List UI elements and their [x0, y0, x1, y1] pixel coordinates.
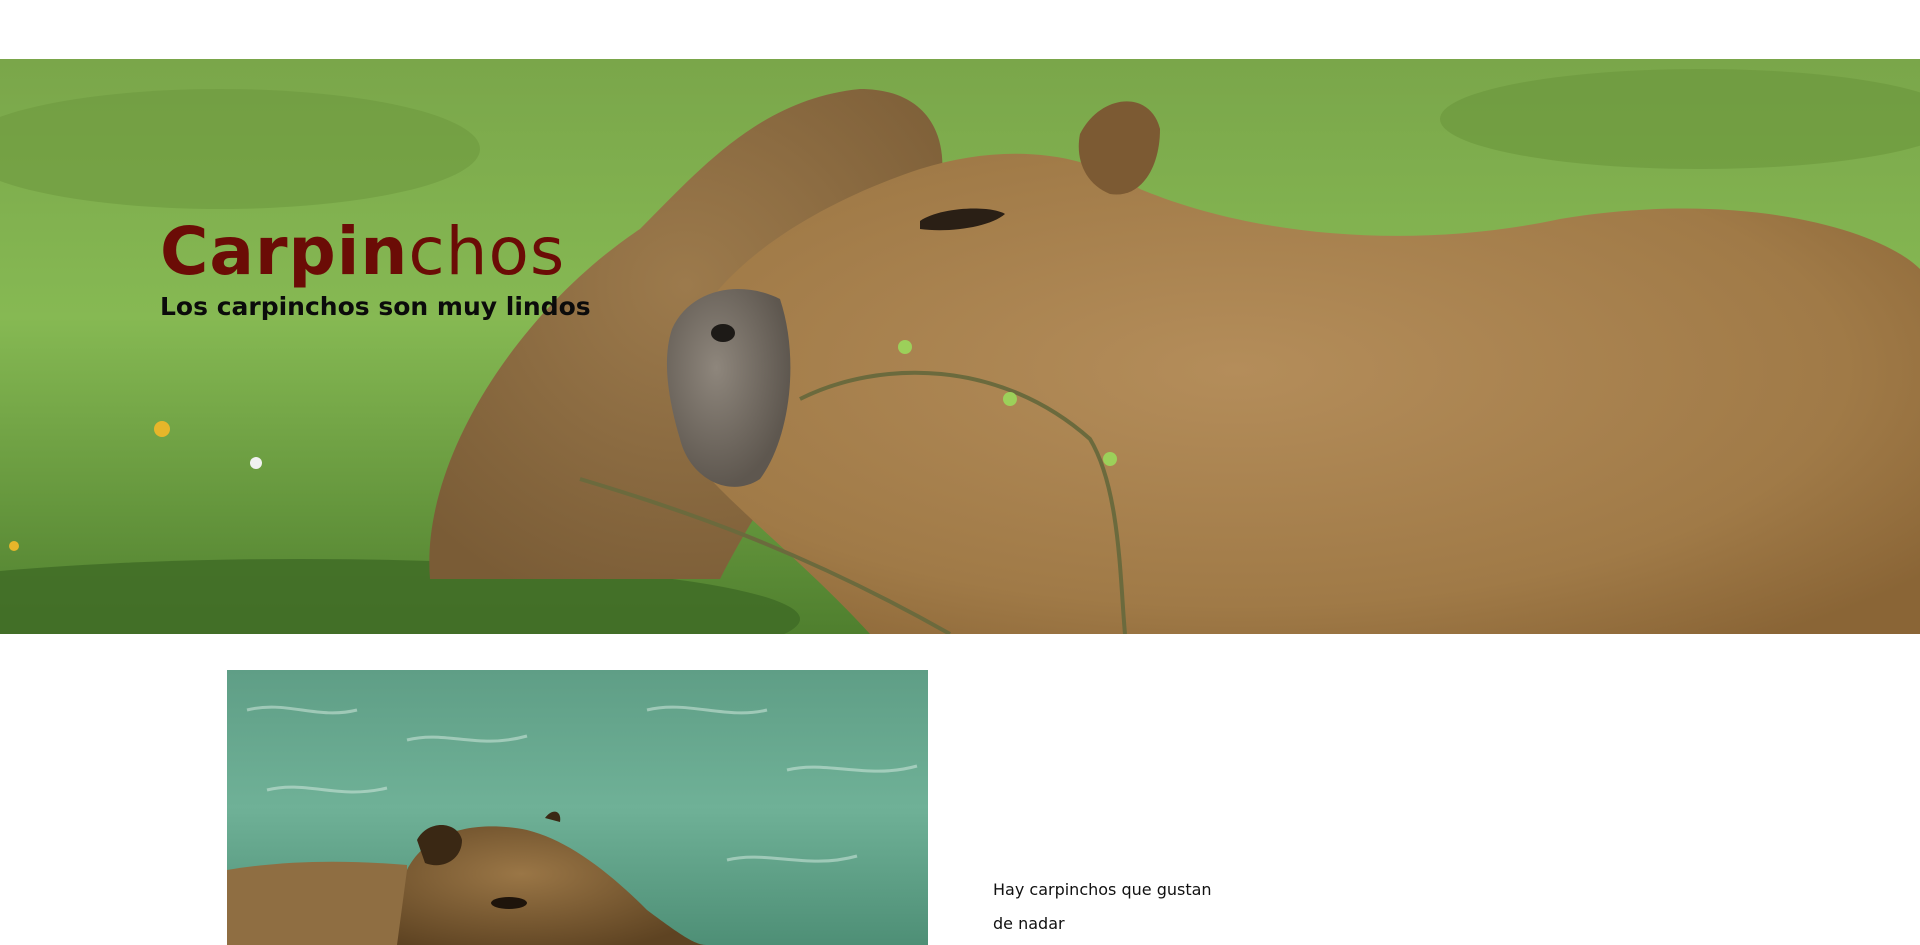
- content-image-capybara-swimming: [227, 670, 928, 945]
- site-title-bold: Carpin: [160, 213, 409, 290]
- site-title: Carpinchos: [160, 219, 565, 285]
- site-title-light: chos: [408, 213, 566, 290]
- page: Carpinchos Los carpinchos son muy lindos: [0, 0, 1920, 945]
- site-subtitle: Los carpinchos son muy lindos: [160, 292, 591, 321]
- hero-banner: Carpinchos Los carpinchos son muy lindos: [0, 59, 1920, 634]
- content-caption: Hay carpinchos que gustan de nadar: [993, 880, 1212, 933]
- content-image-frame: [227, 670, 928, 945]
- hero-image-capybara-grass: [0, 59, 1920, 634]
